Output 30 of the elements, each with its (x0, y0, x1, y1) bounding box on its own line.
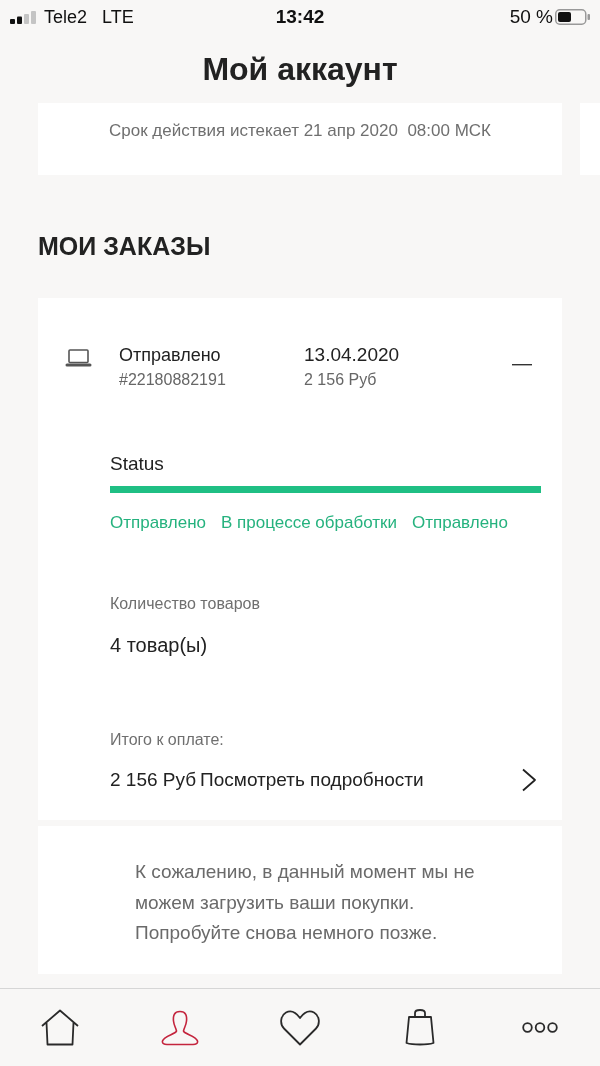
total-value: 2 156 Руб (110, 769, 197, 791)
network-type: LTE (102, 6, 134, 28)
quantity-value: 4 товар(ы) (110, 634, 208, 656)
status-step: В процессе обработки (221, 513, 397, 533)
order-date: 13.04.2020 (304, 344, 400, 366)
order-status: Отправлено (119, 344, 221, 366)
order-price: 2 156 Руб (304, 370, 377, 390)
error-message: К сожалению, в данный момент мы не можем загрузить ваши покупки. Попробуйте снова немного позже. (135, 860, 476, 945)
details-link[interactable]: Посмотреть подробности (200, 769, 424, 791)
status-label: Status (110, 453, 164, 475)
laptop-icon (65, 349, 92, 367)
battery-icon (555, 9, 590, 25)
chevron-right-icon[interactable] (521, 768, 537, 792)
more-icon[interactable] (522, 1022, 558, 1033)
expiry-text: Срок действия истекает 21 апр 2020 08:00 МСК (109, 120, 491, 142)
section-heading: МОИ ЗАКАЗЫ (38, 232, 211, 260)
home-icon[interactable] (41, 1009, 79, 1046)
person-icon[interactable] (161, 1009, 199, 1046)
heart-icon[interactable] (280, 1009, 320, 1046)
page-title: Мой аккаунт (202, 49, 398, 88)
clock-time: 13:42 (275, 6, 325, 28)
signal-icon (10, 10, 37, 24)
total-label: Итого к оплате: (110, 730, 224, 750)
shopping-bag-icon[interactable] (405, 1009, 435, 1046)
carrier-name: Tele2 (44, 6, 88, 28)
order-number: #22180882191 (119, 370, 226, 390)
quantity-label: Количество товаров (110, 594, 260, 614)
battery-percent: 50 % (509, 6, 553, 28)
status-step: Отправлено (110, 513, 206, 533)
status-step: Отправлено (412, 513, 508, 533)
